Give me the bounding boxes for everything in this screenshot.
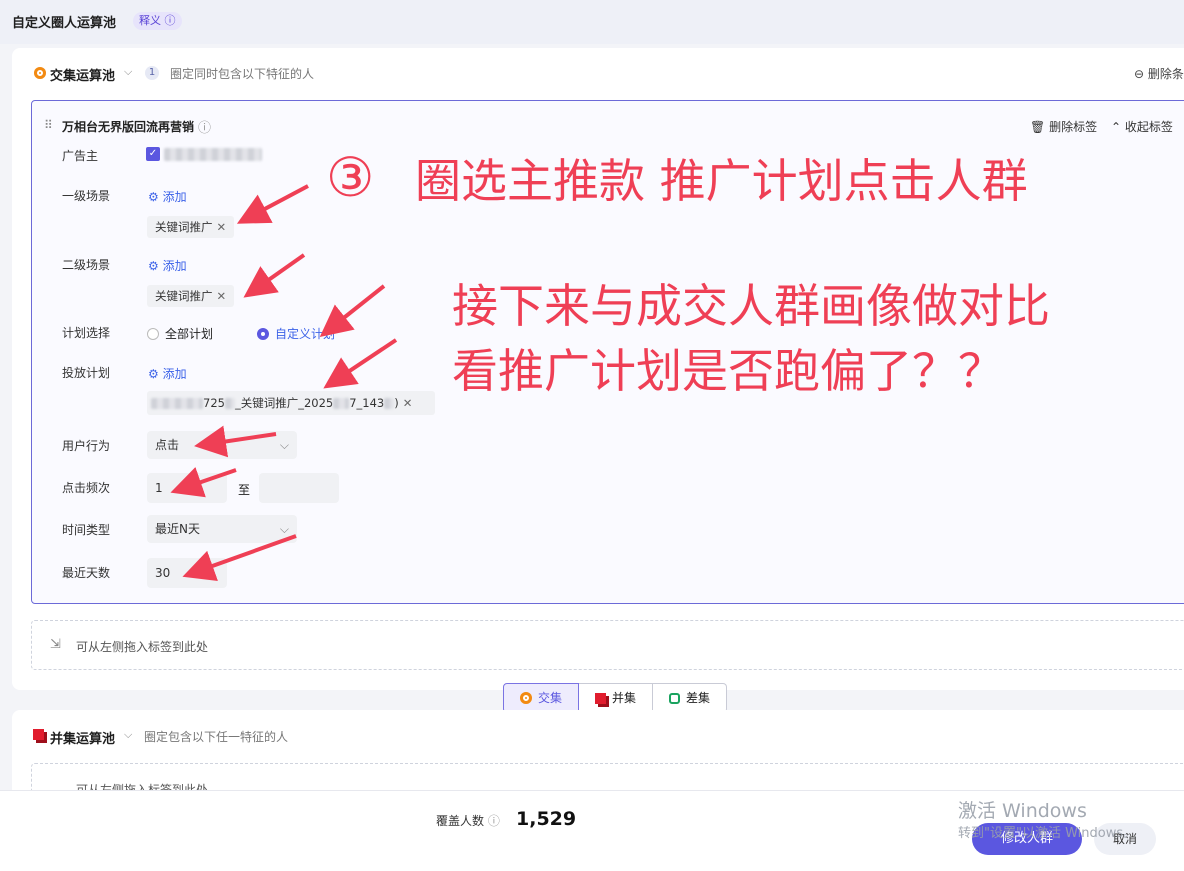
annotation-note-line2: 看推广计划是否跑偏了？？ <box>452 344 1004 398</box>
annotation-note-line1: 接下来与成交人群画像做对比 <box>452 279 1050 333</box>
arrow-custom-plan <box>319 284 386 337</box>
arrow-days <box>182 534 297 581</box>
arrow-freq <box>170 467 237 498</box>
annotation-step-number: ③ <box>326 146 375 209</box>
annotation-arrows <box>170 184 398 581</box>
arrow-delivery-plan <box>323 338 398 389</box>
arrow-scene1 <box>236 184 309 224</box>
arrow-scene2 <box>243 253 306 298</box>
annotation-headline: 圈选主推款 推广计划点击人群 <box>415 154 1028 208</box>
arrow-behavior <box>194 425 277 458</box>
